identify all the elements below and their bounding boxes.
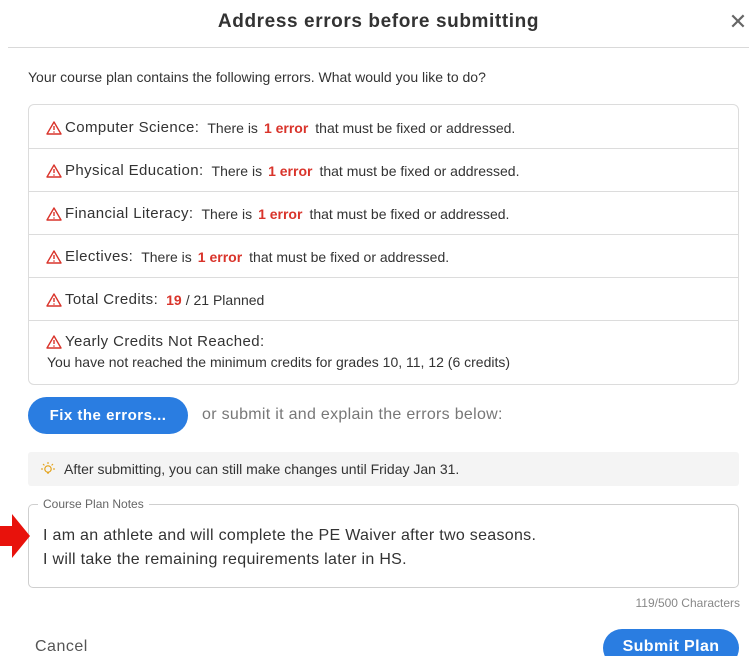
error-count: 1 error — [268, 162, 313, 179]
error-suffix: that must be fixed or addressed. — [249, 248, 450, 265]
error-label: Electives: — [65, 248, 134, 265]
info-banner: After submitting, you can still make cha… — [28, 452, 739, 486]
error-row-financial-literacy: Financial Literacy: There is 1 error tha… — [29, 192, 738, 235]
error-prefix: There is — [207, 119, 258, 136]
info-text: After submitting, you can still make cha… — [64, 461, 460, 477]
submit-explain-hint: or submit it and explain the errors belo… — [202, 406, 503, 423]
error-row-total-credits: Total Credits: 19 / 21 Planned — [29, 278, 738, 321]
warning-icon — [46, 206, 62, 221]
error-prefix: There is — [141, 248, 192, 265]
notes-legend: Course Plan Notes — [38, 497, 149, 511]
dialog-header: Address errors before submitting ✕ — [8, 0, 749, 48]
error-row-electives: Electives: There is 1 error that must be… — [29, 235, 738, 278]
cancel-button[interactable]: Cancel — [35, 638, 88, 656]
error-row-physical-education: Physical Education: There is 1 error tha… — [29, 149, 738, 192]
total-credits-planned: / 21 Planned — [185, 291, 265, 308]
error-suffix: that must be fixed or addressed. — [309, 205, 510, 222]
warning-icon — [46, 163, 62, 178]
error-suffix: that must be fixed or addressed. — [319, 162, 520, 179]
total-credits-label: Total Credits: — [65, 291, 159, 308]
yearly-credits-detail: You have not reached the minimum credits… — [47, 354, 511, 370]
error-count: 1 error — [197, 248, 243, 265]
annotation-arrow-icon — [0, 514, 30, 558]
error-row-computer-science: Computer Science: There is 1 error that … — [29, 105, 738, 149]
yearly-credits-label: Yearly Credits Not Reached: — [65, 333, 265, 350]
warning-icon — [46, 120, 62, 135]
total-credits-current: 19 — [166, 291, 182, 308]
warning-icon — [46, 292, 62, 307]
error-label: Physical Education: — [65, 162, 204, 179]
warning-icon — [46, 334, 62, 349]
submit-plan-button[interactable]: Submit Plan — [603, 629, 739, 656]
error-prefix: There is — [211, 162, 263, 179]
notes-textarea[interactable]: I am an athlete and will complete the PE… — [43, 524, 536, 572]
error-count: 1 error — [258, 205, 303, 222]
character-counter: 119/500 Characters — [635, 596, 740, 610]
lightbulb-icon — [39, 461, 57, 477]
error-label: Computer Science: — [65, 119, 200, 136]
error-row-yearly-credits: Yearly Credits Not Reached: You have not… — [29, 321, 738, 384]
errors-list: Computer Science: There is 1 error that … — [28, 104, 739, 385]
error-suffix: that must be fixed or addressed. — [315, 119, 516, 136]
warning-icon — [46, 249, 62, 264]
error-count: 1 error — [263, 119, 309, 136]
course-plan-notes-field[interactable]: Course Plan Notes I am an athlete and wi… — [28, 497, 739, 588]
close-icon[interactable]: ✕ — [727, 10, 749, 34]
address-errors-dialog: Address errors before submitting ✕ Your … — [0, 0, 749, 656]
dialog-title: Address errors before submitting — [217, 11, 540, 32]
error-prefix: There is — [201, 205, 253, 222]
fix-errors-button[interactable]: Fix the errors... — [28, 397, 188, 434]
error-label: Financial Literacy: — [65, 205, 194, 222]
intro-text: Your course plan contains the following … — [28, 69, 486, 85]
